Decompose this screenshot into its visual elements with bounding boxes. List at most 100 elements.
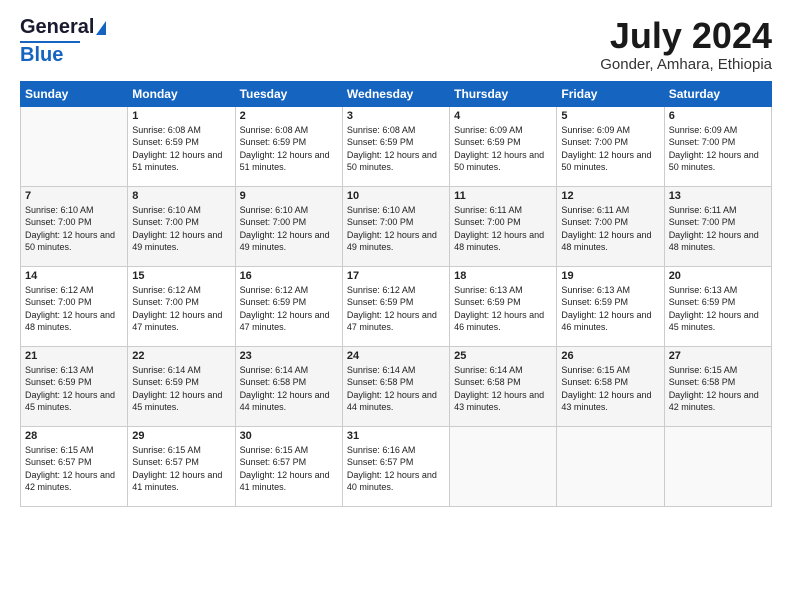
table-row: 4 Sunrise: 6:09 AM Sunset: 6:59 PM Dayli… bbox=[450, 106, 557, 186]
col-monday: Monday bbox=[128, 81, 235, 106]
daylight-text: Daylight: 12 hours and 41 minutes. bbox=[240, 469, 338, 494]
day-info: Sunrise: 6:09 AM Sunset: 7:00 PM Dayligh… bbox=[669, 124, 767, 174]
table-row: 3 Sunrise: 6:08 AM Sunset: 6:59 PM Dayli… bbox=[342, 106, 449, 186]
daylight-text: Daylight: 12 hours and 50 minutes. bbox=[561, 149, 659, 174]
daylight-text: Daylight: 12 hours and 45 minutes. bbox=[132, 389, 230, 414]
day-info: Sunrise: 6:11 AM Sunset: 7:00 PM Dayligh… bbox=[561, 204, 659, 254]
table-row bbox=[557, 426, 664, 506]
day-info: Sunrise: 6:15 AM Sunset: 6:57 PM Dayligh… bbox=[240, 444, 338, 494]
day-info: Sunrise: 6:09 AM Sunset: 7:00 PM Dayligh… bbox=[561, 124, 659, 174]
sunset-text: Sunset: 6:57 PM bbox=[132, 456, 230, 469]
day-number: 8 bbox=[132, 190, 230, 202]
day-info: Sunrise: 6:14 AM Sunset: 6:58 PM Dayligh… bbox=[454, 364, 552, 414]
sunset-text: Sunset: 6:58 PM bbox=[454, 376, 552, 389]
day-info: Sunrise: 6:15 AM Sunset: 6:57 PM Dayligh… bbox=[25, 444, 123, 494]
day-info: Sunrise: 6:13 AM Sunset: 6:59 PM Dayligh… bbox=[561, 284, 659, 334]
table-row: 17 Sunrise: 6:12 AM Sunset: 6:59 PM Dayl… bbox=[342, 266, 449, 346]
day-info: Sunrise: 6:14 AM Sunset: 6:59 PM Dayligh… bbox=[132, 364, 230, 414]
calendar-week-5: 28 Sunrise: 6:15 AM Sunset: 6:57 PM Dayl… bbox=[21, 426, 772, 506]
sunset-text: Sunset: 6:59 PM bbox=[25, 376, 123, 389]
day-info: Sunrise: 6:15 AM Sunset: 6:57 PM Dayligh… bbox=[132, 444, 230, 494]
sunset-text: Sunset: 7:00 PM bbox=[669, 216, 767, 229]
sunrise-text: Sunrise: 6:14 AM bbox=[132, 364, 230, 377]
table-row: 21 Sunrise: 6:13 AM Sunset: 6:59 PM Dayl… bbox=[21, 346, 128, 426]
sunrise-text: Sunrise: 6:11 AM bbox=[669, 204, 767, 217]
sunrise-text: Sunrise: 6:08 AM bbox=[240, 124, 338, 137]
col-thursday: Thursday bbox=[450, 81, 557, 106]
day-number: 26 bbox=[561, 350, 659, 362]
day-number: 28 bbox=[25, 430, 123, 442]
header-row: Sunday Monday Tuesday Wednesday Thursday… bbox=[21, 81, 772, 106]
daylight-text: Daylight: 12 hours and 50 minutes. bbox=[25, 229, 123, 254]
sunset-text: Sunset: 6:58 PM bbox=[347, 376, 445, 389]
table-row: 27 Sunrise: 6:15 AM Sunset: 6:58 PM Dayl… bbox=[664, 346, 771, 426]
daylight-text: Daylight: 12 hours and 46 minutes. bbox=[454, 309, 552, 334]
day-number: 5 bbox=[561, 110, 659, 122]
sunrise-text: Sunrise: 6:10 AM bbox=[25, 204, 123, 217]
day-number: 29 bbox=[132, 430, 230, 442]
day-info: Sunrise: 6:14 AM Sunset: 6:58 PM Dayligh… bbox=[240, 364, 338, 414]
day-info: Sunrise: 6:13 AM Sunset: 6:59 PM Dayligh… bbox=[669, 284, 767, 334]
daylight-text: Daylight: 12 hours and 46 minutes. bbox=[561, 309, 659, 334]
sunset-text: Sunset: 6:59 PM bbox=[347, 136, 445, 149]
sunset-text: Sunset: 6:59 PM bbox=[240, 296, 338, 309]
table-row: 19 Sunrise: 6:13 AM Sunset: 6:59 PM Dayl… bbox=[557, 266, 664, 346]
table-row: 13 Sunrise: 6:11 AM Sunset: 7:00 PM Dayl… bbox=[664, 186, 771, 266]
daylight-text: Daylight: 12 hours and 50 minutes. bbox=[669, 149, 767, 174]
sunset-text: Sunset: 6:59 PM bbox=[132, 136, 230, 149]
sunset-text: Sunset: 6:59 PM bbox=[454, 136, 552, 149]
day-info: Sunrise: 6:10 AM Sunset: 7:00 PM Dayligh… bbox=[25, 204, 123, 254]
daylight-text: Daylight: 12 hours and 49 minutes. bbox=[240, 229, 338, 254]
table-row: 2 Sunrise: 6:08 AM Sunset: 6:59 PM Dayli… bbox=[235, 106, 342, 186]
sunrise-text: Sunrise: 6:13 AM bbox=[669, 284, 767, 297]
daylight-text: Daylight: 12 hours and 51 minutes. bbox=[240, 149, 338, 174]
day-number: 7 bbox=[25, 190, 123, 202]
sunrise-text: Sunrise: 6:10 AM bbox=[132, 204, 230, 217]
page: General Blue July 2024 Gonder, Amhara, E… bbox=[0, 0, 792, 612]
daylight-text: Daylight: 12 hours and 47 minutes. bbox=[132, 309, 230, 334]
daylight-text: Daylight: 12 hours and 51 minutes. bbox=[132, 149, 230, 174]
daylight-text: Daylight: 12 hours and 45 minutes. bbox=[669, 309, 767, 334]
table-row: 25 Sunrise: 6:14 AM Sunset: 6:58 PM Dayl… bbox=[450, 346, 557, 426]
sunrise-text: Sunrise: 6:08 AM bbox=[347, 124, 445, 137]
day-number: 18 bbox=[454, 270, 552, 282]
table-row: 22 Sunrise: 6:14 AM Sunset: 6:59 PM Dayl… bbox=[128, 346, 235, 426]
calendar-week-1: 1 Sunrise: 6:08 AM Sunset: 6:59 PM Dayli… bbox=[21, 106, 772, 186]
table-row: 14 Sunrise: 6:12 AM Sunset: 7:00 PM Dayl… bbox=[21, 266, 128, 346]
day-info: Sunrise: 6:12 AM Sunset: 7:00 PM Dayligh… bbox=[132, 284, 230, 334]
daylight-text: Daylight: 12 hours and 41 minutes. bbox=[132, 469, 230, 494]
sunset-text: Sunset: 6:58 PM bbox=[669, 376, 767, 389]
location: Gonder, Amhara, Ethiopia bbox=[600, 56, 772, 73]
sunrise-text: Sunrise: 6:15 AM bbox=[25, 444, 123, 457]
sunrise-text: Sunrise: 6:10 AM bbox=[240, 204, 338, 217]
sunrise-text: Sunrise: 6:16 AM bbox=[347, 444, 445, 457]
logo-general: General bbox=[20, 16, 94, 39]
sunrise-text: Sunrise: 6:09 AM bbox=[454, 124, 552, 137]
day-number: 9 bbox=[240, 190, 338, 202]
day-number: 23 bbox=[240, 350, 338, 362]
table-row: 8 Sunrise: 6:10 AM Sunset: 7:00 PM Dayli… bbox=[128, 186, 235, 266]
day-info: Sunrise: 6:08 AM Sunset: 6:59 PM Dayligh… bbox=[347, 124, 445, 174]
sunset-text: Sunset: 6:59 PM bbox=[561, 296, 659, 309]
table-row: 1 Sunrise: 6:08 AM Sunset: 6:59 PM Dayli… bbox=[128, 106, 235, 186]
calendar-week-3: 14 Sunrise: 6:12 AM Sunset: 7:00 PM Dayl… bbox=[21, 266, 772, 346]
logo-triangle-icon bbox=[96, 21, 106, 35]
sunset-text: Sunset: 6:59 PM bbox=[347, 296, 445, 309]
sunrise-text: Sunrise: 6:13 AM bbox=[25, 364, 123, 377]
sunset-text: Sunset: 6:59 PM bbox=[669, 296, 767, 309]
daylight-text: Daylight: 12 hours and 44 minutes. bbox=[347, 389, 445, 414]
logo: General Blue bbox=[20, 16, 106, 67]
col-tuesday: Tuesday bbox=[235, 81, 342, 106]
sunset-text: Sunset: 7:00 PM bbox=[132, 296, 230, 309]
day-number: 2 bbox=[240, 110, 338, 122]
day-info: Sunrise: 6:09 AM Sunset: 6:59 PM Dayligh… bbox=[454, 124, 552, 174]
sunrise-text: Sunrise: 6:09 AM bbox=[561, 124, 659, 137]
sunset-text: Sunset: 7:00 PM bbox=[347, 216, 445, 229]
daylight-text: Daylight: 12 hours and 43 minutes. bbox=[561, 389, 659, 414]
sunset-text: Sunset: 7:00 PM bbox=[240, 216, 338, 229]
title-block: July 2024 Gonder, Amhara, Ethiopia bbox=[600, 16, 772, 73]
daylight-text: Daylight: 12 hours and 48 minutes. bbox=[561, 229, 659, 254]
daylight-text: Daylight: 12 hours and 47 minutes. bbox=[347, 309, 445, 334]
table-row: 15 Sunrise: 6:12 AM Sunset: 7:00 PM Dayl… bbox=[128, 266, 235, 346]
daylight-text: Daylight: 12 hours and 48 minutes. bbox=[669, 229, 767, 254]
